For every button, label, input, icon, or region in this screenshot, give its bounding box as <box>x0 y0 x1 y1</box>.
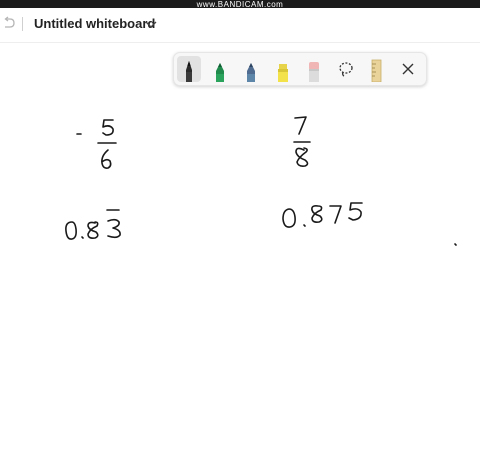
ink-digit-3a <box>107 218 121 239</box>
ink-digit-8b <box>311 205 323 223</box>
ink-digit-5 <box>102 119 114 136</box>
whiteboard-app: www.BANDICAM.com Untitled whiteboard <box>0 0 480 454</box>
ink-digit-8a <box>87 221 99 239</box>
ink-digit-0b <box>282 208 296 228</box>
whiteboard-canvas[interactable] <box>0 0 480 454</box>
ink-digit-7 <box>294 116 307 135</box>
ink-stray-dot <box>454 243 457 246</box>
ink-decimal-point-2 <box>303 224 306 227</box>
ink-digit-5b <box>348 202 363 221</box>
ink-digit-7b <box>329 205 342 224</box>
ink-decimal-point-1 <box>81 236 84 239</box>
ink-digit-6 <box>101 149 112 169</box>
ink-digit-0a <box>65 221 77 240</box>
ink-digit-8 <box>295 147 309 167</box>
